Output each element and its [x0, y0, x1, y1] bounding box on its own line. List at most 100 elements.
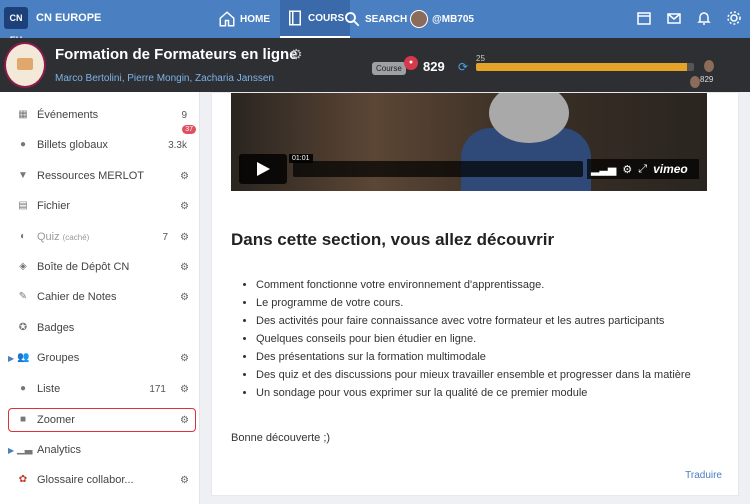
sidebar-item-groupes[interactable]: ▶ 👥 Groupes ⚙ [0, 344, 200, 372]
main-content: 01:01 ▂▃▅ ⚙ ⤢ vimeo Dans cette section, … [211, 92, 739, 496]
sidebar-item-badges[interactable]: ✪ Badges [0, 314, 200, 342]
list-item: Des quiz et des discussions pour mieux t… [256, 366, 732, 384]
gear-icon[interactable]: ⚙ [180, 475, 189, 486]
course-title[interactable]: Formation de Formateurs en ligne [55, 46, 298, 63]
sidebar-item-label: Billets globaux [37, 139, 108, 151]
sidebar-item-label: Boîte de Dépôt CN [37, 261, 130, 273]
sidebar-item-liste[interactable]: ● Liste 171 ⚙ [0, 375, 200, 403]
sidebar-item-label: Ressources MERLOT [37, 170, 144, 182]
gear-icon[interactable] [726, 10, 742, 26]
nav-home[interactable]: HOME [218, 0, 270, 38]
sidebar-item-glossaire[interactable]: ✿ Glossaire collabor... ⚙ [0, 466, 200, 494]
list-item: Comment fonctionne votre environnement d… [256, 276, 732, 294]
settings-gear-icon[interactable]: ⚙ [622, 163, 632, 176]
quiz-hidden-label: (caché) [62, 233, 90, 242]
sidebar-item-label: Événements [37, 109, 99, 121]
sidebar-item-label: Liste [37, 383, 61, 395]
sidebar-item-cahier[interactable]: ✎ Cahier de Notes ⚙ [0, 283, 200, 311]
notes-icon: ✎ [18, 291, 28, 302]
cn-logo[interactable]: CN EU [4, 7, 28, 45]
nav-user[interactable]: @MB705 [410, 0, 474, 38]
search-icon [345, 12, 360, 27]
nav-search[interactable]: SEARCH [343, 0, 407, 38]
sidebar-item-billets[interactable]: ● Billets globaux 3.3k 37 [0, 125, 200, 159]
progress-end-avatar-icon [690, 76, 700, 88]
play-button[interactable] [239, 154, 287, 184]
nav-user-label: @MB705 [432, 13, 474, 25]
person-icon: ● [19, 383, 27, 394]
gear-icon[interactable]: ⚙ [180, 171, 189, 182]
course-authors[interactable]: Marco Bertolini, Pierre Mongin, Zacharia… [55, 73, 274, 84]
list-item: Des activités pour faire connaissance av… [256, 312, 732, 330]
course-badge: Course [372, 62, 406, 75]
box-icon: ◈ [19, 261, 27, 272]
video-controls: ▂▃▅ ⚙ ⤢ vimeo [587, 159, 699, 179]
closing-text: Bonne découverte ;) [231, 432, 331, 444]
merlot-icon: ▼ [18, 170, 28, 181]
sidebar-item-boite[interactable]: ◈ Boîte de Dépôt CN ⚙ [0, 253, 200, 281]
sidebar-item-evenements[interactable]: ▦ Événements 9 [0, 101, 200, 129]
volume-icon[interactable]: ▂▃▅ [591, 163, 616, 176]
avatar [410, 10, 428, 28]
expand-caret-icon[interactable]: ▶ [8, 446, 14, 455]
sidebar: ▦ Événements 9 ● Billets globaux 3.3k 37… [0, 92, 200, 504]
sidebar-item-label: Zoomer [37, 414, 75, 426]
nav-search-label: SEARCH [365, 13, 408, 25]
sidebar-item-quiz[interactable]: ◐ Quiz (caché) 7 ⚙ [0, 223, 200, 251]
fullscreen-icon[interactable]: ⤢ [638, 163, 647, 176]
gear-icon[interactable]: ⚙ [180, 201, 189, 212]
glossary-icon: ✿ [18, 474, 28, 485]
sidebar-item-label: Analytics [37, 444, 82, 456]
bell-icon[interactable] [696, 10, 712, 26]
course-header: Formation de Formateurs en ligne ⚙ Marco… [0, 38, 750, 92]
sidebar-item-analytics[interactable]: ▶ ▁▃ Analytics [0, 436, 200, 464]
badge-icon: ✪ [18, 322, 28, 333]
video-time: 01:01 [289, 154, 313, 163]
calendar-icon[interactable] [636, 10, 652, 26]
nav-home-label: HOME [240, 13, 270, 25]
video-player[interactable]: 01:01 ▂▃▅ ⚙ ⤢ vimeo [231, 93, 707, 191]
gear-icon[interactable]: ⚙ [180, 415, 189, 426]
mail-icon[interactable] [666, 10, 682, 26]
quiz-icon: ◐ [19, 231, 27, 242]
brand-name[interactable]: CN EUROPE [36, 12, 101, 24]
gear-icon[interactable]: ⚙ [180, 262, 189, 273]
gear-icon[interactable]: ⚙ [180, 384, 189, 395]
course-thumbnail[interactable] [4, 42, 46, 88]
list-item: Quelques conseils pour bien étudier en l… [256, 330, 732, 348]
sidebar-item-label: Cahier de Notes [37, 291, 117, 303]
section-title: Dans cette section, vous allez découvrir [231, 230, 555, 249]
globe-icon: ● [19, 139, 27, 150]
sidebar-item-label: Groupes [37, 352, 80, 364]
course-points: 829 [423, 59, 445, 74]
group-icon: 👥 [17, 352, 30, 363]
sidebar-item-label: Quiz (caché) [37, 231, 89, 243]
chart-icon: ▁▃ [17, 444, 33, 455]
sidebar-item-zoomer[interactable]: ■ Zoomer ⚙ [0, 406, 200, 434]
course-settings-gear-icon[interactable]: ⚙ [290, 46, 303, 63]
sidebar-item-fichier[interactable]: ▤ Fichier ⚙ [0, 192, 200, 220]
list-item: Un sondage pour vous exprimer sur la qua… [256, 384, 732, 402]
sidebar-item-label: Badges [37, 322, 75, 334]
sidebar-item-merlot[interactable]: ▼ Ressources MERLOT ⚙ [0, 162, 200, 190]
book-icon [289, 10, 301, 26]
progress-avatar-icon [704, 60, 714, 72]
top-navbar: CN EU CN EUROPE HOME COURS SEARCH @MB705 [0, 0, 750, 45]
progress-fill [476, 63, 688, 71]
sidebar-item-count: 171 [149, 383, 166, 395]
progress-bar [476, 63, 694, 71]
vimeo-logo[interactable]: vimeo [653, 162, 688, 176]
gear-icon[interactable]: ⚙ [180, 353, 189, 364]
expand-caret-icon[interactable]: ▶ [8, 354, 14, 363]
translate-link[interactable]: Traduire [685, 470, 722, 481]
sidebar-item-label: Fichier [37, 200, 71, 212]
nav-cours[interactable]: COURS [280, 0, 351, 38]
gear-icon[interactable]: ⚙ [180, 232, 189, 243]
list-item: Le programme de votre cours. [256, 294, 732, 312]
video-camera-icon: ■ [19, 414, 27, 425]
bullet-list: Comment fonctionne votre environnement d… [256, 276, 732, 402]
video-timeline[interactable] [293, 161, 583, 177]
refresh-icon[interactable]: ⟳ [458, 60, 468, 74]
gear-icon[interactable]: ⚙ [180, 292, 189, 303]
quiz-label: Quiz [37, 231, 60, 243]
